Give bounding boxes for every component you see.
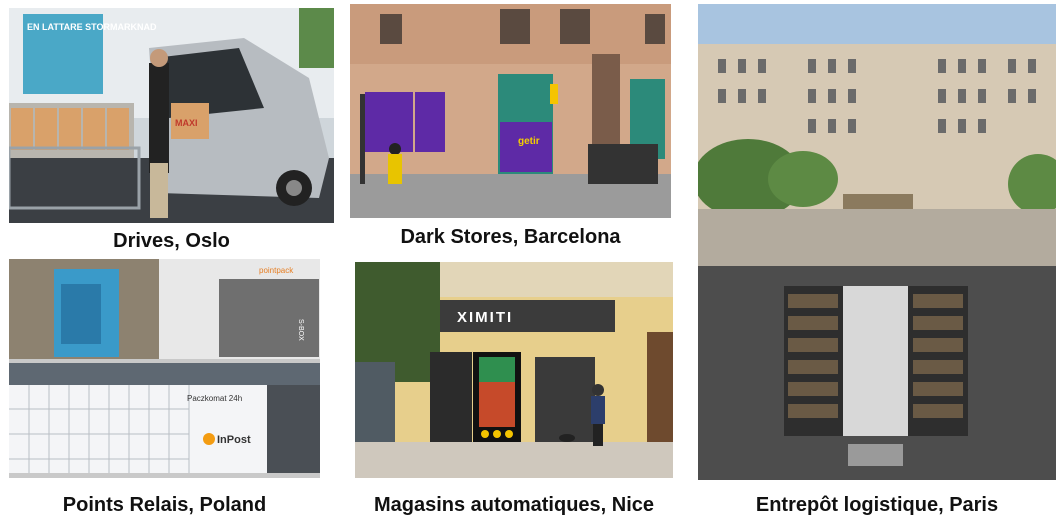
inpost-logo-text: InPost (217, 434, 251, 446)
photo-magasins-automatiques-nice: XIMITI (355, 262, 673, 478)
sbox-text: S-BOX (297, 319, 304, 341)
ximiti-sign-text: XIMITI (457, 309, 513, 326)
caption-entrepot-logistique-paris: Entrepôt logistique, Paris (755, 494, 999, 516)
photo-entrepot-logistique-paris (698, 4, 1056, 480)
store-banner-text: EN LATTARE STORMARKNAD (27, 22, 157, 32)
grocery-bag-text: MAXI (175, 118, 198, 128)
caption-magasins-automatiques-nice: Magasins automatiques, Nice (373, 494, 655, 516)
locker-label-text: Paczkomat 24h (187, 394, 242, 403)
pointpack-text: pointpack (259, 266, 294, 275)
getir-sign-text: getir (518, 136, 540, 147)
caption-dark-stores-barcelona: Dark Stores, Barcelona (400, 226, 621, 248)
caption-points-relais-poland: Points Relais, Poland (62, 494, 267, 516)
caption-drives-oslo: Drives, Oslo (113, 230, 230, 252)
photo-dark-stores-barcelona: getir (350, 4, 671, 218)
photo-drives-oslo: EN LATTARE STORMARKNAD MAXI (9, 8, 334, 223)
photo-points-relais-poland: pointpack S-BOX Paczkomat 24h InPost (9, 259, 320, 478)
